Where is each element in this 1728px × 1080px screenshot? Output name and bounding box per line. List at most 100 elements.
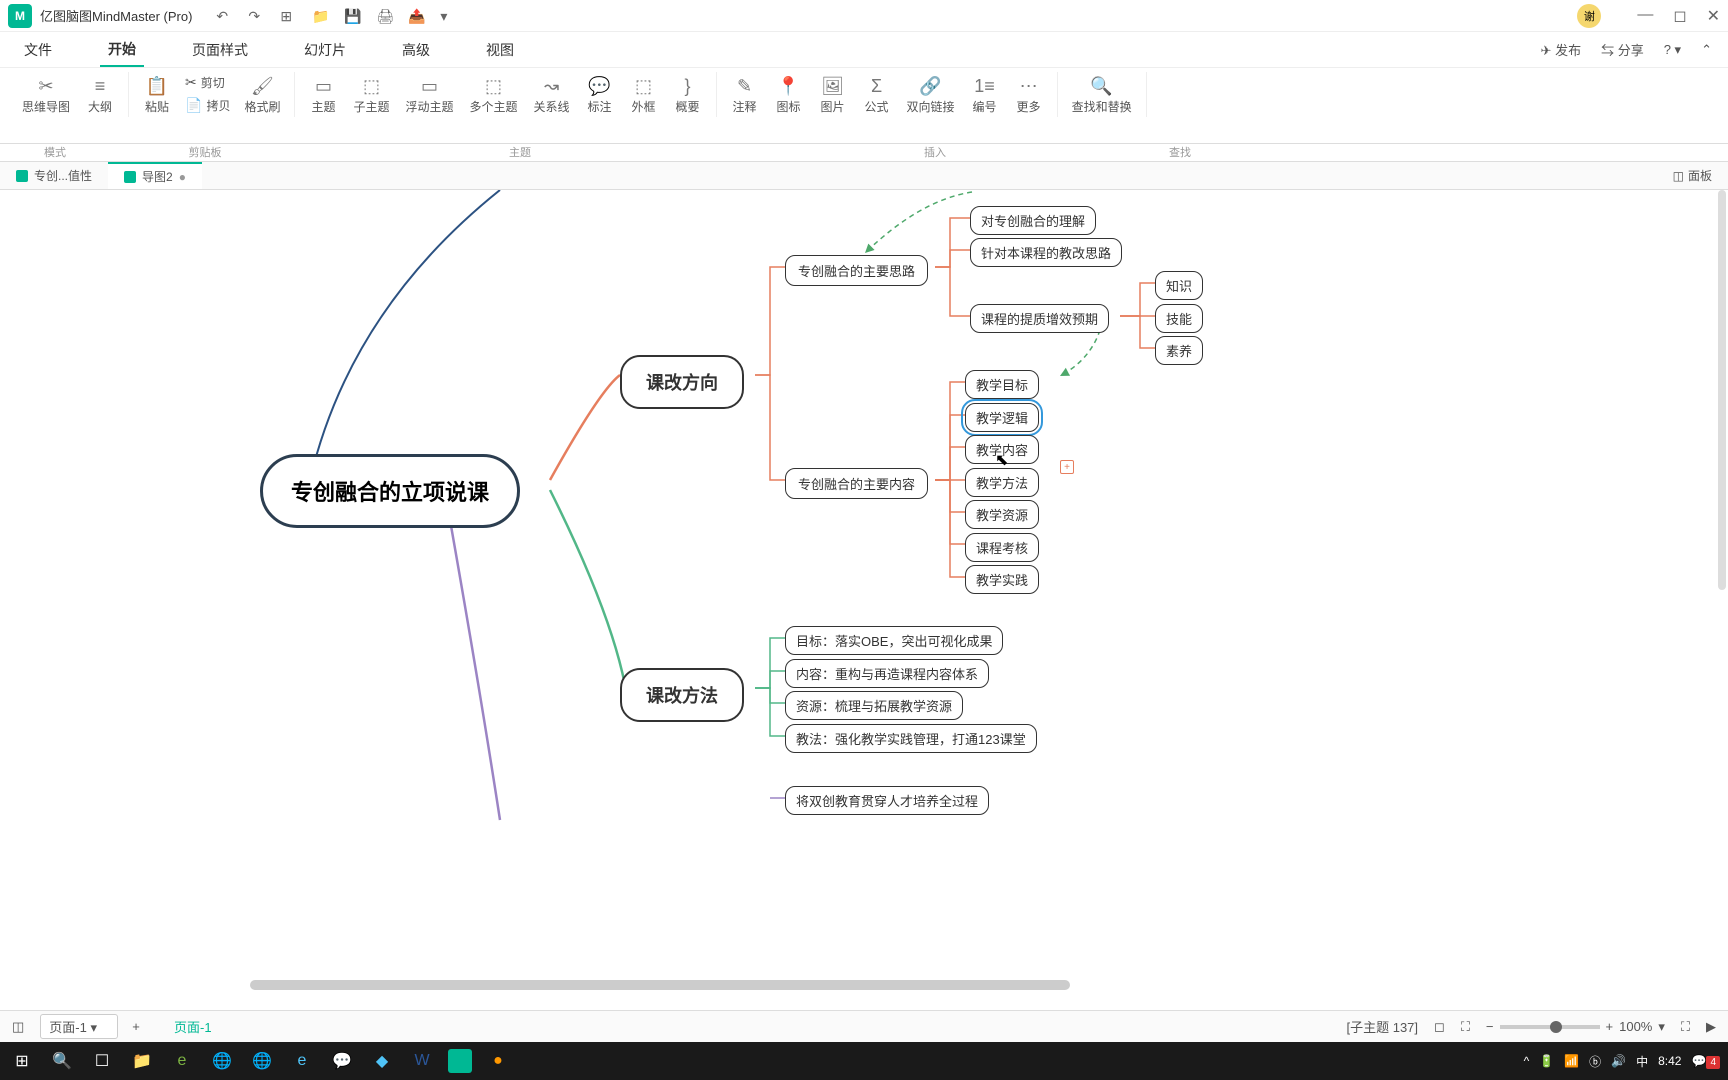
maximize-button[interactable]: ◻ — [1673, 6, 1686, 26]
formula-button[interactable]: Σ公式 — [857, 72, 897, 117]
node-leaf-0-1-6[interactable]: 教学实践 — [965, 565, 1039, 594]
tray-ime[interactable]: 中 — [1636, 1053, 1648, 1070]
vertical-scrollbar[interactable] — [1718, 190, 1726, 590]
qat-more-button[interactable]: ▾ — [440, 8, 456, 24]
new-button[interactable]: ⊞ — [280, 8, 296, 24]
find-replace-button[interactable]: 🔍查找和替换 — [1066, 72, 1138, 117]
fullscreen-icon[interactable]: ⛶ — [1681, 1019, 1690, 1035]
node-leaf-0-1-1[interactable]: 教学逻辑 — [965, 403, 1039, 432]
note-button[interactable]: ✎注释 — [725, 72, 765, 117]
format-brush-button[interactable]: 🖌格式刷 — [238, 72, 286, 117]
menu-pagestyle[interactable]: 页面样式 — [184, 34, 256, 66]
node-sub-0-1[interactable]: 专创融合的主要内容 — [785, 468, 928, 499]
doc-tab-1[interactable]: 导图2● — [108, 162, 202, 189]
minimize-button[interactable]: — — [1637, 6, 1653, 26]
add-page-button[interactable]: + — [126, 1017, 146, 1037]
app-icon-2[interactable]: ● — [484, 1047, 512, 1075]
doc-tab-0[interactable]: 专创...值性 — [0, 162, 108, 189]
collapse-ribbon-button[interactable]: ⌃ — [1701, 42, 1712, 58]
node-leaf-0-0-2-2[interactable]: 素养 — [1155, 336, 1203, 365]
node-branch-0[interactable]: 课改方向 — [620, 355, 744, 409]
save-button[interactable]: 💾 — [344, 8, 360, 24]
start-button[interactable]: ⊞ — [8, 1047, 36, 1075]
menu-slideshow[interactable]: 幻灯片 — [296, 34, 354, 66]
floating-topic-button[interactable]: ▭浮动主题 — [400, 72, 460, 117]
tray-time[interactable]: 8:42 — [1658, 1054, 1681, 1068]
wechat-icon[interactable]: 💬 — [328, 1047, 356, 1075]
relation-button[interactable]: ↝关系线 — [528, 72, 576, 117]
presentation-icon[interactable]: ▶ — [1706, 1019, 1716, 1035]
user-avatar[interactable]: 谢 — [1577, 4, 1601, 28]
menu-view[interactable]: 视图 — [478, 34, 522, 66]
tray-up-icon[interactable]: ^ — [1524, 1054, 1530, 1068]
layout-icon[interactable]: ◫ — [12, 1019, 24, 1035]
add-child-icon[interactable]: + — [1060, 460, 1074, 474]
edge-icon[interactable]: e — [288, 1047, 316, 1075]
node-root[interactable]: 专创融合的立项说课 — [260, 454, 520, 528]
node-leaf-1-2[interactable]: 资源：梳理与拓展教学资源 — [785, 691, 963, 720]
tray-volume-icon[interactable]: 🔊 — [1611, 1054, 1626, 1068]
search-button[interactable]: 🔍 — [48, 1047, 76, 1075]
link-button[interactable]: 🔗双向链接 — [901, 72, 961, 117]
fit-width-icon[interactable]: ⛶ — [1461, 1019, 1470, 1035]
zoom-slider[interactable] — [1500, 1025, 1600, 1029]
menu-file[interactable]: 文件 — [16, 34, 60, 66]
canvas[interactable]: 专创融合的立项说课 课改方向 课改方法 专创融合的主要思路 专创融合的主要内容 … — [0, 190, 1728, 990]
summary-button[interactable]: }概要 — [668, 72, 708, 117]
share-button[interactable]: ⇆ 分享 — [1601, 40, 1644, 59]
number-button[interactable]: 1≡编号 — [965, 72, 1005, 117]
mindmaster-task-icon[interactable] — [448, 1049, 472, 1073]
app-icon-1[interactable]: ◆ — [368, 1047, 396, 1075]
node-leaf-0-0-2[interactable]: 课程的提质增效预期 — [970, 304, 1109, 333]
word-icon[interactable]: W — [408, 1047, 436, 1075]
publish-button[interactable]: ✈ 发布 — [1541, 40, 1582, 59]
tray-bluetooth-icon[interactable]: ⓑ — [1589, 1053, 1601, 1070]
multiple-topic-button[interactable]: ⬚多个主题 — [464, 72, 524, 117]
export-button[interactable]: 📤 — [408, 8, 424, 24]
notification-icon[interactable]: 💬4 — [1691, 1054, 1720, 1068]
node-leaf-1-3[interactable]: 教法：强化教学实践管理，打通123课堂 — [785, 724, 1037, 753]
node-leaf-0-1-0[interactable]: 教学目标 — [965, 370, 1039, 399]
boundary-button[interactable]: ⬚外框 — [624, 72, 664, 117]
node-leaf-0-0-2-1[interactable]: 技能 — [1155, 304, 1203, 333]
edge-legacy-icon[interactable]: e — [168, 1047, 196, 1075]
icon-button[interactable]: 📍图标 — [769, 72, 809, 117]
node-leaf-0-1-4[interactable]: 教学资源 — [965, 500, 1039, 529]
image-button[interactable]: 🖼图片 — [813, 72, 853, 117]
zoom-control[interactable]: − + 100% ▾ — [1486, 1019, 1665, 1035]
chrome2-icon[interactable]: 🌐 — [248, 1047, 276, 1075]
node-leaf-0-1-3[interactable]: 教学方法 — [965, 468, 1039, 497]
help-button[interactable]: ? ▾ — [1664, 42, 1681, 58]
paste-button[interactable]: 📋粘贴 — [137, 72, 177, 117]
mindmap-mode-button[interactable]: ✂思维导图 — [16, 72, 76, 117]
node-leaf-1-1[interactable]: 内容：重构与再造课程内容体系 — [785, 659, 989, 688]
subtopic-button[interactable]: ⬚子主题 — [347, 72, 395, 117]
task-view-button[interactable]: ☐ — [88, 1047, 116, 1075]
tray-battery-icon[interactable]: 🔋 — [1539, 1054, 1554, 1068]
node-leaf-2-0[interactable]: 将双创教育贯穿人才培养全过程 — [785, 786, 989, 815]
node-leaf-1-0[interactable]: 目标：落实OBE，突出可视化成果 — [785, 626, 1003, 655]
page-tab[interactable]: 页面-1 — [174, 1017, 212, 1036]
node-branch-1[interactable]: 课改方法 — [620, 668, 744, 722]
callout-button[interactable]: 💬标注 — [580, 72, 620, 117]
cut-button[interactable]: ✂剪切 — [181, 72, 234, 93]
explorer-icon[interactable]: 📁 — [128, 1047, 156, 1075]
menu-advanced[interactable]: 高级 — [394, 34, 438, 66]
print-button[interactable]: 🖨 — [376, 8, 392, 24]
copy-button[interactable]: 📄拷贝 — [181, 95, 234, 116]
node-leaf-0-1-5[interactable]: 课程考核 — [965, 533, 1039, 562]
fit-page-icon[interactable]: ◻ — [1434, 1019, 1445, 1035]
close-button[interactable]: ✕ — [1707, 6, 1720, 26]
panel-toggle[interactable]: ◫ 面板 — [1673, 167, 1712, 184]
zoom-in-button[interactable]: + — [1606, 1019, 1614, 1034]
open-button[interactable]: 📁 — [312, 8, 328, 24]
node-leaf-0-0-1[interactable]: 针对本课程的教改思路 — [970, 238, 1122, 267]
node-leaf-0-0-0[interactable]: 对专创融合的理解 — [970, 206, 1096, 235]
topic-button[interactable]: ▭主题 — [303, 72, 343, 117]
horizontal-scrollbar[interactable] — [250, 980, 1070, 990]
more-button[interactable]: ⋯更多 — [1009, 72, 1049, 117]
outline-mode-button[interactable]: ≡大纲 — [80, 72, 120, 117]
undo-button[interactable]: ↶ — [216, 8, 232, 24]
node-leaf-0-0-2-0[interactable]: 知识 — [1155, 271, 1203, 300]
redo-button[interactable]: ↷ — [248, 8, 264, 24]
